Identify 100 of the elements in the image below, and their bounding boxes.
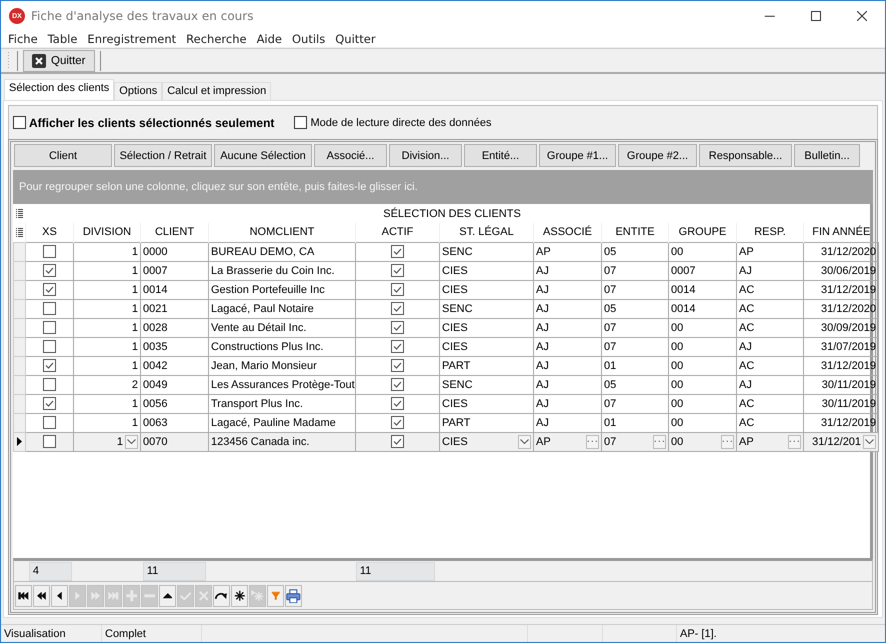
table-cell: 07 (604, 264, 616, 277)
table-cell: 0049 (143, 378, 168, 391)
checkbox[interactable] (391, 283, 404, 296)
table-cell: 30/11/2019 (822, 398, 876, 410)
menu-item[interactable]: Outils (287, 32, 330, 46)
dropdown-button[interactable] (518, 434, 531, 449)
checkbox-label[interactable]: Afficher les clients sélectionnés seulement (29, 116, 274, 130)
column-header[interactable]: RESP. (736, 223, 804, 242)
table-cell: La Brasserie du Coin Inc. (211, 264, 335, 277)
previous-page-button[interactable] (33, 585, 50, 608)
table-cell: 31/12/2019 (820, 284, 876, 296)
checkbox[interactable] (391, 416, 404, 430)
maximize-icon (811, 11, 821, 21)
table-cell: 0000 (143, 246, 168, 258)
table-cell: AJ (536, 360, 549, 372)
quit-button[interactable]: Quitter (23, 50, 95, 72)
dropdown-button[interactable] (863, 434, 876, 449)
checkbox[interactable] (294, 116, 308, 130)
table-cell: 0014 (671, 284, 696, 296)
table-cell: CIES (442, 340, 468, 353)
column-header[interactable]: ASSOCIÉ (534, 223, 602, 242)
column-header[interactable]: CLIENT (140, 223, 208, 242)
checkbox[interactable] (43, 340, 56, 354)
checkbox[interactable] (43, 397, 56, 410)
checkbox[interactable] (43, 264, 56, 278)
checkbox[interactable] (391, 264, 404, 278)
menu-item[interactable]: Aide (252, 32, 287, 46)
checkbox[interactable] (391, 340, 404, 354)
checkbox[interactable] (43, 245, 56, 258)
checkbox[interactable] (391, 359, 404, 372)
column-header[interactable]: DIVISION (74, 223, 140, 242)
ellipsis-icon (587, 440, 598, 443)
action-button[interactable]: Groupe #1... (539, 144, 616, 168)
table-cell: 123456 Canada inc. (211, 436, 310, 448)
menu-item[interactable]: Enregistrement (82, 32, 182, 46)
refresh-button[interactable] (213, 585, 230, 608)
table-cell: Lagacé, Pauline Madame (211, 416, 336, 429)
checkbox[interactable] (43, 302, 56, 316)
chevron-down-icon (520, 439, 529, 444)
table-cell: CIES (442, 436, 468, 448)
action-button[interactable]: Entité... (464, 144, 537, 168)
action-button[interactable]: Responsable... (699, 144, 792, 168)
table-cell: 30/09/2019 (820, 322, 876, 334)
table-cell: 00 (671, 340, 684, 353)
checkbox[interactable] (391, 245, 404, 258)
checkbox[interactable] (43, 416, 56, 430)
table-cell: 30/11/2019 (822, 378, 876, 391)
edit-record-button[interactable] (159, 585, 176, 608)
bookmark-button[interactable] (231, 585, 248, 608)
table-cell: CIES (442, 322, 468, 334)
table-cell: 1 (132, 264, 138, 277)
column-header[interactable]: XS (26, 223, 74, 242)
table-cell: AC (739, 360, 754, 372)
previous-record-button[interactable] (51, 585, 68, 608)
action-button[interactable]: Bulletin... (794, 144, 860, 168)
table-cell: 01 (604, 416, 616, 429)
table-cell: 00 (671, 436, 684, 448)
checkbox[interactable] (43, 378, 56, 392)
action-button[interactable]: Aucune Sélection (214, 144, 312, 168)
summary-value: 11 (142, 562, 206, 581)
action-button[interactable]: Groupe #2... (618, 144, 697, 168)
checkbox[interactable] (43, 283, 56, 296)
checkbox[interactable] (13, 116, 26, 130)
table-cell: AJ (536, 264, 549, 277)
column-chooser-icon (16, 228, 23, 237)
table-cell: 05 (604, 246, 616, 258)
checkbox[interactable] (391, 435, 404, 448)
tab[interactable]: Options (114, 82, 162, 100)
checkbox[interactable] (43, 359, 56, 372)
menu-item[interactable]: Table (42, 32, 82, 46)
checkbox[interactable] (43, 321, 56, 334)
dropdown-button[interactable] (125, 434, 138, 449)
action-button[interactable]: Client (14, 144, 112, 168)
action-button[interactable]: Sélection / Retrait (114, 144, 212, 168)
first-record-button[interactable] (15, 585, 32, 608)
tab[interactable]: Calcul et impression (162, 82, 272, 100)
menu-item[interactable]: Recherche (181, 32, 252, 46)
table-cell: 1 (132, 246, 138, 258)
tab[interactable]: Sélection des clients (4, 79, 114, 100)
table-cell: 05 (604, 378, 616, 391)
menu-item[interactable]: Quitter (330, 32, 381, 46)
ellipsis-icon (722, 440, 733, 443)
action-button[interactable]: Division... (389, 144, 462, 168)
column-header[interactable]: FIN ANNÉE (804, 223, 879, 242)
checkbox[interactable] (391, 397, 404, 410)
column-header[interactable]: NOMCLIENT (208, 223, 356, 242)
column-header[interactable]: ACTIF (356, 223, 440, 242)
action-button[interactable]: Associé... (314, 144, 387, 168)
column-header[interactable]: GROUPE (668, 223, 736, 242)
checkbox-label[interactable]: Mode de lecture directe des données (310, 116, 492, 129)
menu-item[interactable]: Fiche (3, 32, 43, 46)
column-header[interactable]: ENTITE (602, 223, 668, 242)
checkbox[interactable] (391, 321, 404, 334)
checkbox[interactable] (43, 435, 56, 448)
table-cell: AJ (536, 302, 549, 315)
checkbox[interactable] (391, 302, 404, 316)
table-cell: 31/12/201 (812, 436, 862, 448)
checkbox[interactable] (391, 378, 404, 392)
print-button[interactable] (285, 585, 302, 608)
column-header[interactable]: ST. LÉGAL (440, 223, 534, 242)
